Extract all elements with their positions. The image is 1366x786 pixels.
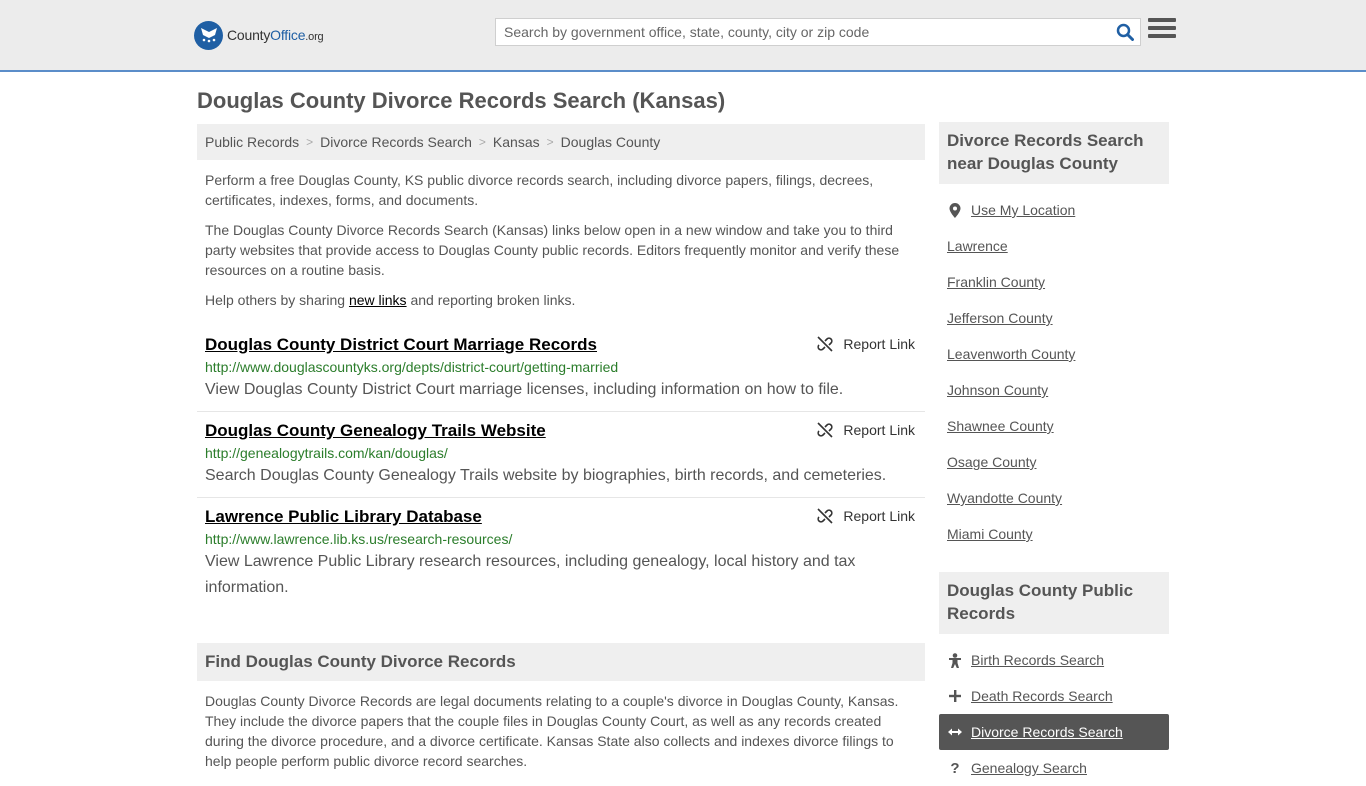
nearby-item: Miami County <box>939 516 1169 552</box>
breadcrumb-divorce-records-search[interactable]: Divorce Records Search <box>320 134 472 150</box>
nearby-item: Osage County <box>939 444 1169 480</box>
nearby-item: Lawrence <box>939 228 1169 264</box>
resource-link-description: View Lawrence Public Library research re… <box>205 553 856 596</box>
nearby-heading: Divorce Records Search near Douglas Coun… <box>939 122 1169 184</box>
logo-wordmark: CountyOffice.org <box>227 27 324 43</box>
nearby-item: Jefferson County <box>939 300 1169 336</box>
resource-link-title[interactable]: Lawrence Public Library Database <box>205 507 482 527</box>
hamburger-menu-icon[interactable] <box>1148 18 1176 44</box>
public-records-block: Douglas County Public Records Birth Reco… <box>939 572 1169 786</box>
nearby-item: Wyandotte County <box>939 480 1169 516</box>
public-records-item: ? Genealogy Search <box>939 750 1169 786</box>
resource-link-title[interactable]: Douglas County Genealogy Trails Website <box>205 421 546 441</box>
search-input[interactable] <box>496 19 1110 45</box>
report-link-button[interactable]: Report Link <box>817 508 915 524</box>
broken-link-icon <box>817 422 834 438</box>
sidebar: Divorce Records Search near Douglas Coun… <box>939 122 1169 786</box>
resource-link-item: Douglas County Genealogy Trails Website … <box>197 412 925 498</box>
nearby-link-miami-county[interactable]: Miami County <box>947 526 1033 542</box>
baby-icon <box>947 652 963 668</box>
nearby-link-jefferson-county[interactable]: Jefferson County <box>947 310 1053 326</box>
nearby-item: Franklin County <box>939 264 1169 300</box>
main-content: Public Records > Divorce Records Search … <box>197 124 925 771</box>
public-records-list: Birth Records Search Death Records Searc… <box>939 642 1169 786</box>
nearby-list: Use My Location Lawrence Franklin County… <box>939 192 1169 552</box>
site-logo[interactable]: CountyOffice.org <box>194 20 324 50</box>
resource-link-title[interactable]: Douglas County District Court Marriage R… <box>205 335 597 355</box>
death-records-link[interactable]: Death Records Search <box>971 688 1113 704</box>
resource-link-url: http://www.douglascountyks.org/depts/dis… <box>205 359 619 375</box>
report-link-button[interactable]: Report Link <box>817 336 915 352</box>
genealogy-search-link[interactable]: Genealogy Search <box>971 760 1087 776</box>
intro-text: Perform a free Douglas County, KS public… <box>197 170 925 310</box>
nearby-link-leavenworth-county[interactable]: Leavenworth County <box>947 346 1075 362</box>
public-records-item: Death Records Search <box>939 678 1169 714</box>
nearby-link-johnson-county[interactable]: Johnson County <box>947 382 1048 398</box>
public-records-heading: Douglas County Public Records <box>939 572 1169 634</box>
intro-paragraph: Perform a free Douglas County, KS public… <box>205 172 874 208</box>
nearby-item: Leavenworth County <box>939 336 1169 372</box>
resource-link-url: http://www.lawrence.lib.ks.us/research-r… <box>205 531 513 547</box>
breadcrumb: Public Records > Divorce Records Search … <box>197 124 925 160</box>
breadcrumb-separator-icon: > <box>478 135 486 149</box>
broken-link-icon <box>817 508 834 524</box>
birth-records-link[interactable]: Birth Records Search <box>971 652 1104 668</box>
breadcrumb-kansas[interactable]: Kansas <box>493 134 540 150</box>
breadcrumb-separator-icon: > <box>546 135 554 149</box>
search-bar <box>495 18 1141 46</box>
use-my-location-link[interactable]: Use My Location <box>971 202 1075 218</box>
intro-paragraph: The Douglas County Divorce Records Searc… <box>205 222 900 278</box>
divorce-records-link[interactable]: Divorce Records Search <box>971 724 1123 740</box>
use-location-item: Use My Location <box>939 192 1169 228</box>
breadcrumb-public-records[interactable]: Public Records <box>205 134 299 150</box>
nearby-link-shawnee-county[interactable]: Shawnee County <box>947 418 1054 434</box>
nearby-link-franklin-county[interactable]: Franklin County <box>947 274 1045 290</box>
share-links-note: Help others by sharing new links and rep… <box>205 292 576 308</box>
find-records-heading: Find Douglas County Divorce Records <box>197 643 925 681</box>
new-links-link[interactable]: new links <box>349 292 407 308</box>
search-icon <box>1116 23 1134 41</box>
nearby-link-osage-county[interactable]: Osage County <box>947 454 1037 470</box>
resource-links-list: Douglas County District Court Marriage R… <box>197 326 925 609</box>
nearby-item: Shawnee County <box>939 408 1169 444</box>
search-button[interactable] <box>1110 19 1140 45</box>
resource-link-item: Lawrence Public Library Database Report … <box>197 498 925 609</box>
nearby-item: Johnson County <box>939 372 1169 408</box>
breadcrumb-separator-icon: > <box>306 135 314 149</box>
public-records-item: Birth Records Search <box>939 642 1169 678</box>
cross-icon <box>947 690 963 702</box>
map-pin-icon <box>947 202 963 218</box>
resource-link-description: View Douglas County District Court marri… <box>205 381 844 398</box>
find-records-body: Douglas County Divorce Records are legal… <box>205 693 899 769</box>
report-link-button[interactable]: Report Link <box>817 422 915 438</box>
site-header: CountyOffice.org <box>0 0 1366 72</box>
resource-link-item: Douglas County District Court Marriage R… <box>197 326 925 412</box>
nearby-link-wyandotte-county[interactable]: Wyandotte County <box>947 490 1062 506</box>
logo-emblem-icon <box>194 20 223 50</box>
breadcrumb-douglas-county[interactable]: Douglas County <box>561 134 661 150</box>
resource-link-description: Search Douglas County Genealogy Trails w… <box>205 467 887 484</box>
nearby-link-lawrence[interactable]: Lawrence <box>947 238 1008 254</box>
public-records-item-active: Divorce Records Search <box>939 714 1169 750</box>
question-icon: ? <box>950 759 960 777</box>
broken-link-icon <box>817 336 834 352</box>
page-title: Douglas County Divorce Records Search (K… <box>197 88 726 113</box>
arrows-icon <box>947 727 963 737</box>
resource-link-url: http://genealogytrails.com/kan/douglas/ <box>205 445 448 461</box>
